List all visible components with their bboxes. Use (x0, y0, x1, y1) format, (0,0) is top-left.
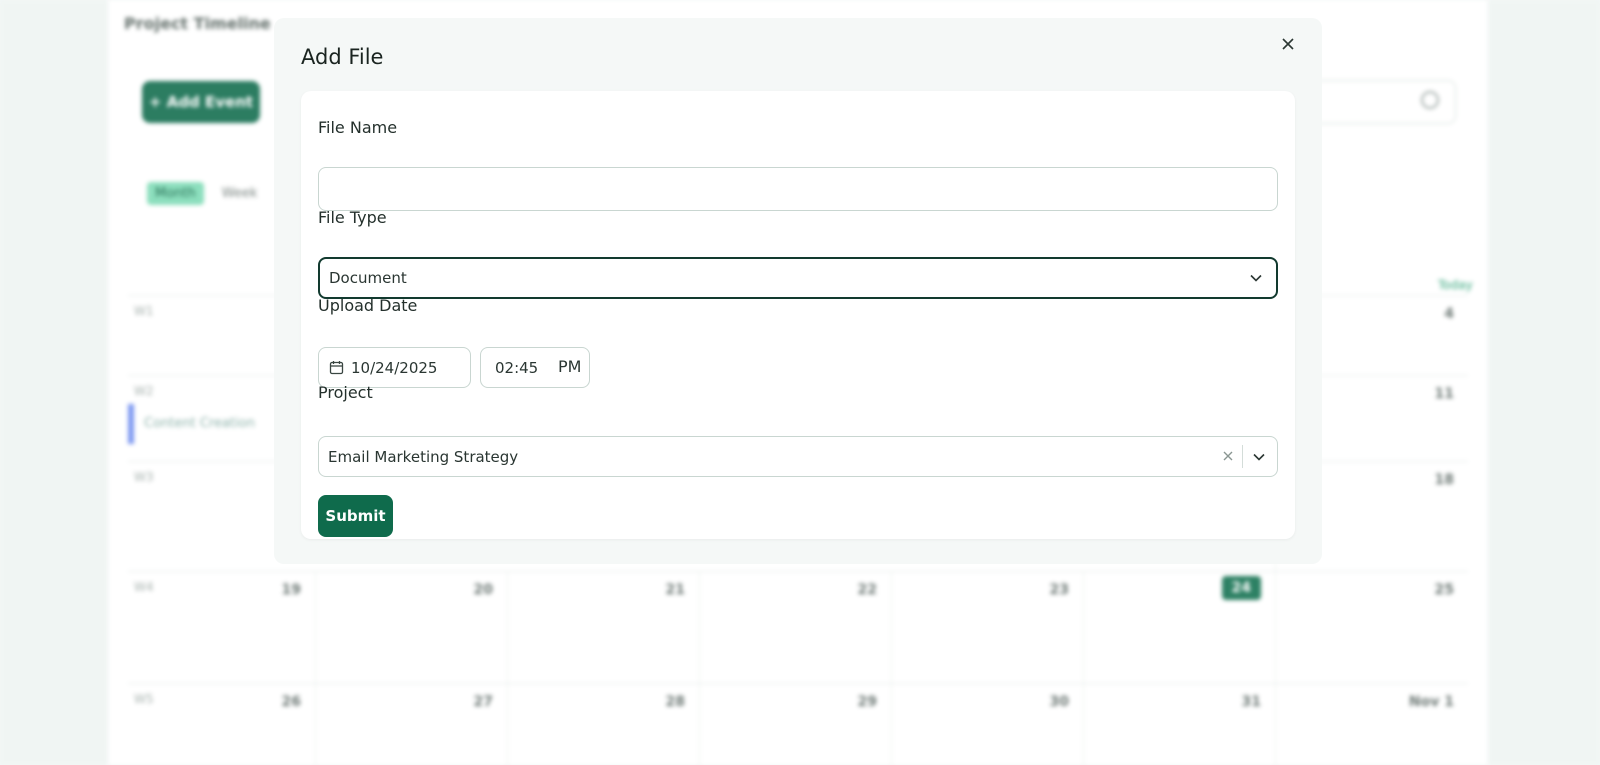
clear-icon[interactable] (1221, 449, 1235, 463)
upload-time-input[interactable]: 02:45 PM (480, 347, 590, 388)
upload-date-value: 10/24/2025 (351, 358, 438, 377)
chevron-down-icon (1250, 274, 1262, 282)
upload-date-label: Upload Date (318, 296, 418, 315)
dialog-title: Add File (301, 45, 384, 69)
upload-time-value: 02:45 (495, 359, 539, 377)
project-label: Project (318, 383, 373, 402)
submit-button[interactable]: Submit (318, 495, 393, 537)
file-name-input[interactable] (318, 167, 1278, 211)
close-icon[interactable] (1278, 34, 1298, 54)
file-name-label: File Name (318, 118, 398, 137)
add-file-dialog: Add File File Name File Type Document Up… (274, 18, 1322, 564)
project-value: Email Marketing Strategy (328, 447, 519, 466)
file-type-label: File Type (318, 208, 387, 227)
calendar-icon (329, 361, 344, 375)
upload-date-input[interactable]: 10/24/2025 (318, 347, 471, 388)
file-type-select[interactable]: Document (318, 257, 1278, 299)
am-pm-toggle[interactable]: PM (558, 357, 581, 376)
file-type-value: Document (329, 269, 407, 287)
select-divider (1242, 445, 1243, 468)
project-select[interactable]: Email Marketing Strategy (318, 436, 1278, 477)
file-form: File Name File Type Document Upload Date… (301, 91, 1295, 539)
chevron-down-icon[interactable] (1251, 449, 1267, 465)
